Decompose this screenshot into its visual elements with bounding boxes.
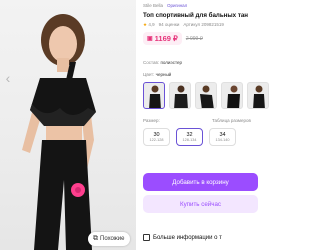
product-photo[interactable]: ‹ ⧉ Похожие	[0, 0, 136, 250]
color-swatches	[143, 82, 269, 109]
product-photo-image	[22, 14, 96, 250]
color-swatch[interactable]	[247, 82, 269, 109]
swatch-figure	[200, 85, 214, 108]
add-to-cart-button[interactable]: Добавить в корзину	[143, 173, 258, 191]
similar-label: Похожие	[100, 236, 125, 242]
size-height: 134-140	[215, 137, 230, 142]
more-info-link[interactable]: Больше информации о т	[143, 234, 222, 241]
similar-icon: ⧉	[93, 235, 98, 242]
color-swatch[interactable]	[143, 82, 165, 109]
swatch-figure	[253, 85, 265, 108]
rating-row: ★ 4,9 94 оценки Артикул 209821519	[143, 22, 224, 28]
product-title: Топ спортивный для бальных тан	[143, 12, 249, 19]
color-swatch[interactable]	[221, 82, 243, 109]
product-info: Stile Bella Оригинал Топ спортивный для …	[140, 0, 269, 250]
size-height: 128-134	[182, 137, 197, 142]
more-info-label: Больше информации о т	[153, 234, 222, 241]
size-height: 122-128	[149, 137, 164, 142]
size-option[interactable]: 30 122-128	[143, 128, 170, 146]
color-row: Цвет: черный	[143, 72, 171, 77]
color-label: Цвет:	[143, 72, 155, 77]
similar-button[interactable]: ⧉ Похожие	[88, 232, 130, 246]
price-badge: ▣ 1169 ₽	[143, 32, 182, 45]
buy-now-button[interactable]: Купить сейчас	[143, 195, 258, 213]
size-options: 30 122-128 32 128-134 34 134-140	[143, 128, 236, 146]
price-row: ▣ 1169 ₽ 2 999 ₽	[143, 32, 203, 45]
size-table-link[interactable]: Таблица размеров	[212, 118, 251, 123]
wallet-icon: ▣	[147, 36, 153, 42]
swatch-figure	[227, 85, 240, 108]
brand-name[interactable]: Stile Bella	[143, 3, 163, 8]
composition-row: Состав: полиэстер	[143, 60, 182, 65]
article-number[interactable]: Артикул 209821519	[183, 22, 224, 28]
size-label: Размер:	[143, 118, 160, 123]
size-option-selected[interactable]: 32 128-134	[176, 128, 203, 146]
info-document-icon	[143, 234, 150, 241]
old-price: 2 999 ₽	[185, 35, 203, 42]
color-swatch[interactable]	[169, 82, 191, 109]
brand-row: Stile Bella Оригинал	[143, 3, 187, 8]
composition-label: Состав:	[143, 60, 160, 65]
composition-value: полиэстер	[160, 60, 182, 65]
rating[interactable]: ★ 4,9	[143, 22, 155, 28]
color-value: черный	[155, 72, 172, 77]
swatch-figure	[174, 85, 188, 108]
photo-prev-arrow-icon[interactable]: ‹	[2, 68, 14, 88]
rating-value: 4,9	[148, 22, 155, 27]
star-icon: ★	[143, 22, 148, 27]
swatch-figure	[149, 85, 161, 108]
original-badge: Оригинал	[167, 3, 188, 8]
color-swatch[interactable]	[195, 82, 217, 109]
reviews-count[interactable]: 94 оценки	[159, 22, 180, 28]
size-option[interactable]: 34 134-140	[209, 128, 236, 146]
current-price: 1169 ₽	[154, 34, 178, 43]
